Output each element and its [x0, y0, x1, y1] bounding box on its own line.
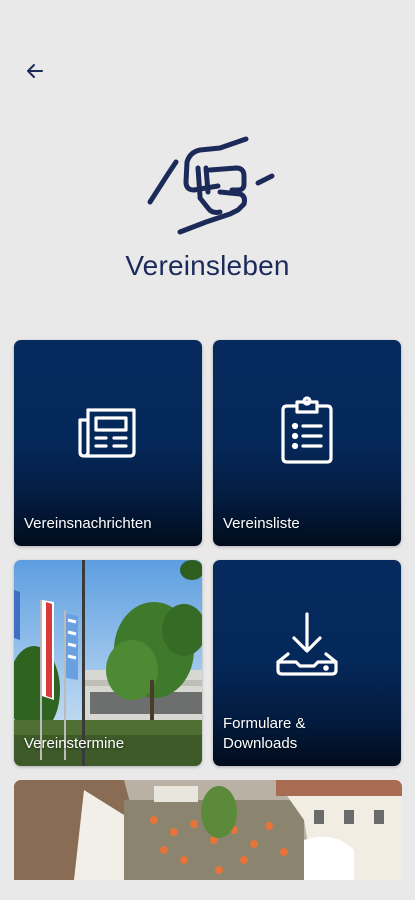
- tile-label: Vereinstermine: [24, 735, 125, 752]
- newspaper-icon: [78, 408, 136, 458]
- back-button[interactable]: [18, 56, 52, 86]
- tile-label: Vereinsnachrichten: [24, 515, 152, 532]
- tile-vereinsliste[interactable]: Vereinsliste: [213, 340, 401, 546]
- clipboard-list-icon: [281, 396, 333, 464]
- tile-label: Vereinsliste: [223, 515, 300, 532]
- tile-formulare-downloads[interactable]: Formulare & Downloads: [213, 560, 401, 766]
- tile-vereinstermine[interactable]: Vereinstermine: [14, 560, 202, 766]
- page-title: Vereinsleben: [125, 250, 290, 281]
- tile-event-photo-partial[interactable]: [14, 780, 402, 880]
- tile-label: Formulare & Downloads: [223, 715, 306, 752]
- arrow-left-icon: [27, 64, 43, 78]
- tile-vereinsnachrichten[interactable]: Vereinsnachrichten: [14, 340, 202, 546]
- handshake-fist-bump-icon: [147, 136, 275, 235]
- festival-photo: [14, 780, 402, 880]
- download-icon: [276, 612, 338, 676]
